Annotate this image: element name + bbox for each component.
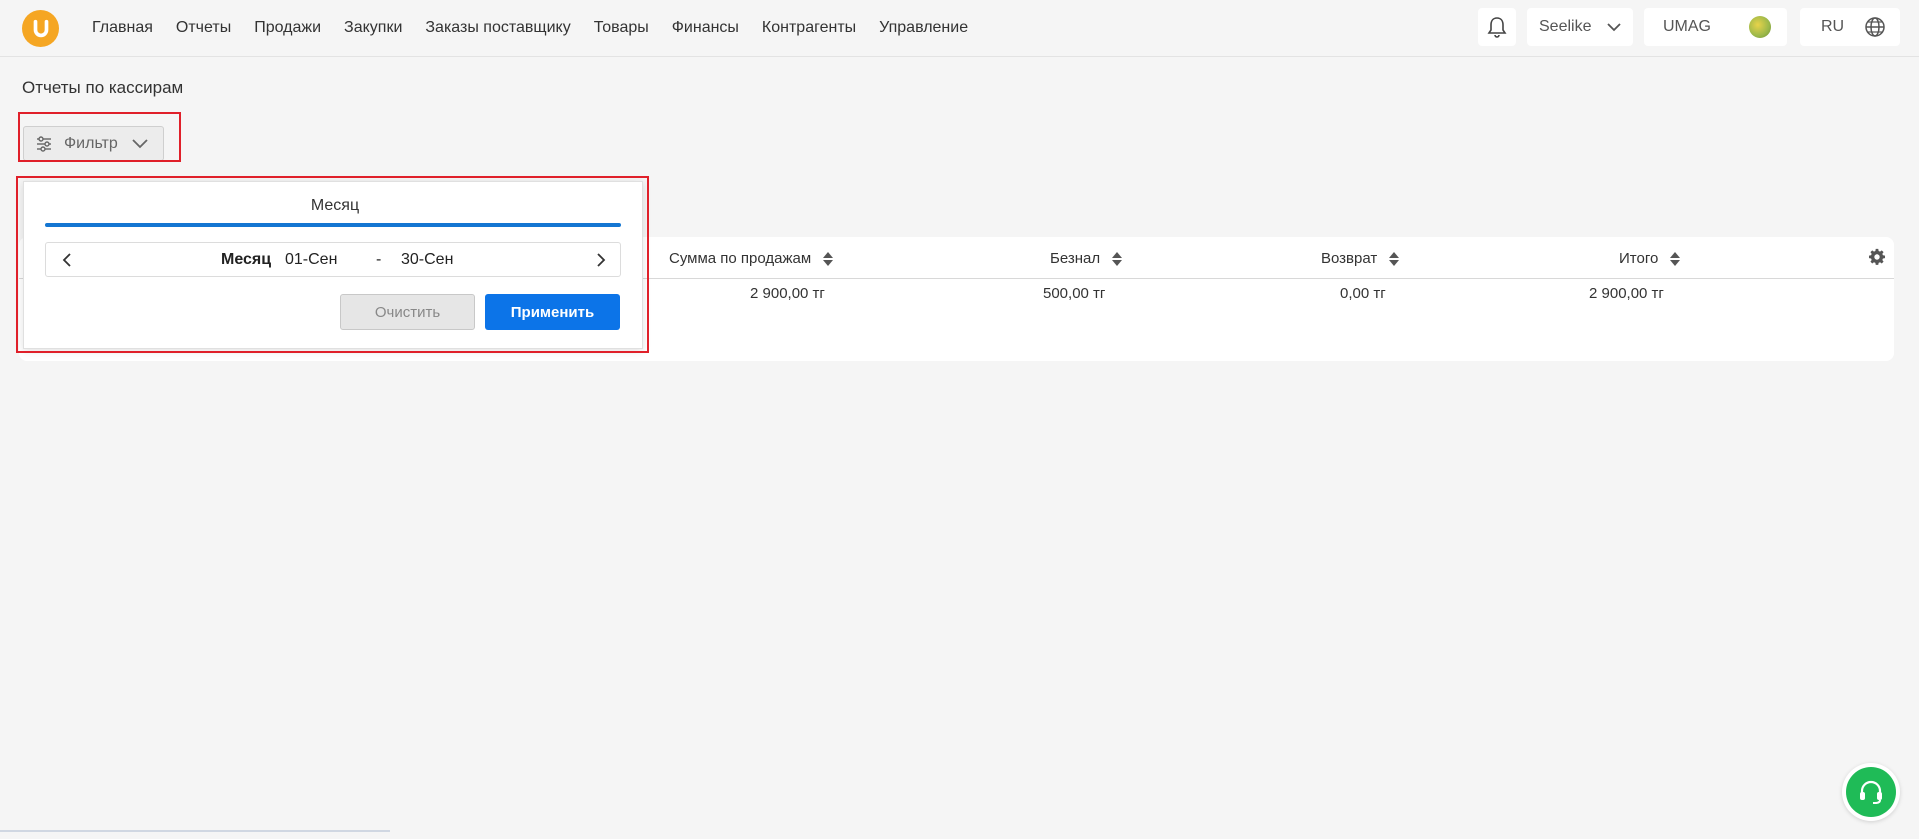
coin-avatar-icon xyxy=(1749,16,1771,38)
nav-item-reports[interactable]: Отчеты xyxy=(176,18,231,38)
sliders-icon xyxy=(37,135,51,152)
column-header-total[interactable]: Итого xyxy=(1619,250,1681,267)
support-chat-button[interactable] xyxy=(1842,763,1900,821)
nav-item-supplier-orders[interactable]: Заказы поставщику xyxy=(425,18,570,38)
cell-returns: 0,00 тг xyxy=(1340,285,1386,302)
tab-month[interactable]: Месяц xyxy=(24,197,644,215)
sort-icon[interactable] xyxy=(1112,251,1123,266)
account-selector[interactable]: UMAG xyxy=(1644,8,1787,46)
column-header-returns[interactable]: Возврат xyxy=(1321,250,1400,267)
status-line xyxy=(0,830,390,832)
gear-icon[interactable] xyxy=(1868,248,1886,266)
sort-icon[interactable] xyxy=(1670,251,1681,266)
apply-button[interactable]: Применить xyxy=(485,294,620,330)
umag-logo-icon xyxy=(33,19,48,37)
period-type-label: Месяц xyxy=(221,251,272,268)
column-header-label: Сумма по продажам xyxy=(669,250,812,267)
cell-cashless: 500,00 тг xyxy=(1043,285,1106,302)
cell-total: 2 900,00 тг xyxy=(1589,285,1664,302)
filter-dropdown: Месяц Месяц 01-Сен - 30-Сен Очистить При… xyxy=(23,181,643,349)
umag-logo[interactable] xyxy=(22,10,59,47)
nav-item-finance[interactable]: Финансы xyxy=(672,18,739,38)
tab-active-indicator xyxy=(45,223,621,227)
chevron-right-icon[interactable] xyxy=(596,253,606,267)
column-header-label: Возврат xyxy=(1321,250,1378,267)
column-header-cashless[interactable]: Безнал xyxy=(1050,250,1123,267)
column-header-sales-sum[interactable]: Сумма по продажам xyxy=(669,250,834,267)
nav-item-products[interactable]: Товары xyxy=(594,18,649,38)
sort-icon[interactable] xyxy=(823,251,834,266)
sort-icon[interactable] xyxy=(1389,251,1400,266)
date-to[interactable]: 30-Сен xyxy=(401,251,453,269)
nav-item-sales[interactable]: Продажи xyxy=(254,18,321,38)
period-selector: Месяц 01-Сен - 30-Сен xyxy=(45,242,621,277)
date-from[interactable]: 01-Сен xyxy=(285,251,337,269)
support-bubble xyxy=(1846,767,1896,817)
nav-item-counterparties[interactable]: Контрагенты xyxy=(762,18,856,38)
column-header-label: Безнал xyxy=(1050,250,1101,267)
store-selector[interactable]: Seelike xyxy=(1527,8,1633,46)
language-label: RU xyxy=(1821,18,1845,35)
nav-item-home[interactable]: Главная xyxy=(92,18,153,38)
filter-button[interactable]: Фильтр xyxy=(23,126,164,161)
notifications-button[interactable] xyxy=(1478,8,1516,46)
account-label: UMAG xyxy=(1663,18,1711,35)
nav-item-purchases[interactable]: Закупки xyxy=(344,18,402,38)
bell-icon xyxy=(1487,17,1507,38)
nav-item-management[interactable]: Управление xyxy=(879,18,968,38)
filter-label: Фильтр xyxy=(64,134,118,152)
top-navigation-bar: Главная Отчеты Продажи Закупки Заказы по… xyxy=(0,0,1919,57)
page-title: Отчеты по кассирам xyxy=(22,78,184,97)
chevron-left-icon[interactable] xyxy=(62,253,72,267)
cell-sales-sum: 2 900,00 тг xyxy=(750,285,825,302)
main-nav: Главная Отчеты Продажи Закупки Заказы по… xyxy=(92,18,991,38)
chevron-down-icon xyxy=(1607,22,1621,31)
language-selector[interactable]: RU xyxy=(1800,8,1900,46)
clear-button[interactable]: Очистить xyxy=(340,294,475,330)
chevron-down-icon xyxy=(132,138,148,148)
globe-icon xyxy=(1865,17,1885,37)
date-separator: - xyxy=(376,251,382,268)
headset-icon xyxy=(1860,780,1882,804)
column-header-label: Итого xyxy=(1619,250,1659,267)
store-label: Seelike xyxy=(1539,18,1592,35)
